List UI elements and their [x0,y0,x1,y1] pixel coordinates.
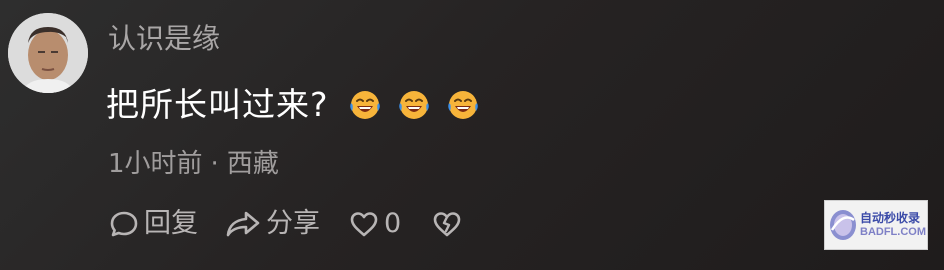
watermark-logo-icon [830,210,856,240]
comment-content: 把所长叫过来? [106,82,479,128]
meta-separator: · [210,149,219,179]
avatar[interactable] [8,13,88,93]
like-button[interactable]: 0 [348,204,401,244]
laughing-crying-emoji-icon [447,91,478,119]
watermark-domain: BADFL.COM [860,225,926,238]
dislike-button[interactable] [431,208,463,240]
share-label: 分享 [266,208,320,239]
watermark-title: 自动秒收录 [860,211,921,226]
like-count: 0 [384,208,402,239]
reply-label: 回复 [144,208,198,239]
comment-text: 把所长叫过来? [106,85,329,124]
laughing-crying-emoji-icon [398,91,429,119]
emoji-group [349,89,479,121]
reply-button[interactable]: 回复 [108,204,198,244]
comment-meta: 1小时前 · 西藏 [108,146,279,182]
broken-heart-icon [433,212,461,237]
share-arrow-icon [226,211,260,237]
heart-icon [350,212,378,237]
share-button[interactable]: 分享 [224,204,320,244]
username[interactable]: 认识是缘 [108,20,220,58]
comment-time: 1小时前 [108,149,203,179]
comment-bubble-icon [110,211,138,237]
comment-location: 西藏 [226,149,279,179]
comment-actions: 回复 分享 0 [108,204,463,244]
comment-item: 认识是缘 把所长叫过来? 1小时前 · 西藏 回复 分享 0 自动秒收录 BAD… [0,0,944,270]
laughing-crying-emoji-icon [349,91,380,119]
watermark-badge: 自动秒收录 BADFL.COM [824,200,928,250]
